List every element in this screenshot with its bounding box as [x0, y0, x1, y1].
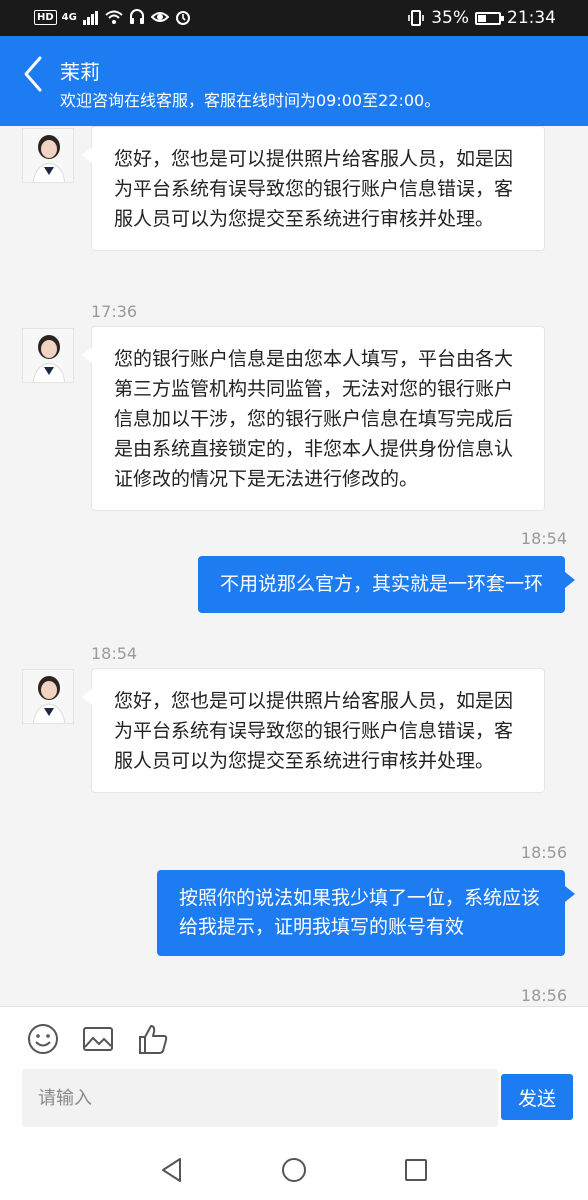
- message-timestamp: 18:54: [91, 644, 138, 663]
- message-list[interactable]: 您好，您也是可以提供照片给客服人员，如是因为平台系统有误导致您的银行账户信息错误…: [0, 126, 588, 1006]
- send-button[interactable]: 发送: [501, 1074, 573, 1120]
- battery-level: [478, 14, 486, 22]
- agent-avatar: [22, 128, 74, 183]
- message-input[interactable]: [22, 1069, 498, 1127]
- emoji-icon[interactable]: [26, 1022, 60, 1056]
- status-left-icons: HD 4G: [34, 8, 192, 26]
- vibrate-icon: [408, 10, 425, 26]
- agent-message: 您好，您也是可以提供照片给客服人员，如是因为平台系统有误导致您的银行账户信息错误…: [82, 126, 545, 251]
- agent-name: 茉莉: [60, 60, 100, 84]
- chat-header: 茉莉 欢迎咨询在线客服，客服在线时间为09:00至22:00。: [0, 36, 588, 126]
- nav-recents-icon[interactable]: [402, 1156, 430, 1184]
- eye-icon: [150, 12, 169, 22]
- battery-percent: 35%: [431, 8, 469, 28]
- user-message: 按照你的说法如果我少填了一位，系统应该给我提示，证明我填写的账号有效: [157, 870, 575, 956]
- message-timestamp: 18:54: [520, 529, 567, 548]
- message-timestamp: 17:36: [91, 302, 138, 321]
- clock: 21:34: [507, 8, 556, 28]
- battery-icon: [475, 11, 504, 25]
- hd-indicator: HD: [34, 9, 57, 25]
- user-message: 不用说那么官方，其实就是一环套一环: [197, 556, 576, 613]
- headset-icon: [129, 9, 144, 24]
- network-type: 4G: [61, 11, 77, 23]
- thumbs-up-icon[interactable]: [136, 1022, 170, 1056]
- agent-avatar: [22, 669, 74, 724]
- back-icon[interactable]: [18, 54, 48, 94]
- nav-back-icon[interactable]: [158, 1156, 186, 1184]
- agent-message: 您的银行账户信息是由您本人填写，平台由各大第三方监管机构共同监管，无法对您的银行…: [82, 326, 545, 511]
- agent-message: 您好，您也是可以提供照片给客服人员，如是因为平台系统有误导致您的银行账户信息错误…: [82, 668, 545, 793]
- message-timestamp: 18:56: [520, 986, 567, 1005]
- image-icon[interactable]: [81, 1022, 115, 1056]
- system-nav-bar: [0, 1138, 588, 1200]
- nav-home-icon[interactable]: [280, 1156, 308, 1184]
- service-hours-subtitle: 欢迎咨询在线客服，客服在线时间为09:00至22:00。: [60, 91, 441, 110]
- message-timestamp: 18:56: [520, 843, 567, 862]
- status-bar: HD 4G 35% 21:34: [0, 0, 588, 36]
- status-right-icons: 35% 21:34: [407, 8, 556, 28]
- alarm-icon: [175, 11, 190, 25]
- wifi-icon: [105, 10, 123, 24]
- signal-icon: [82, 11, 98, 25]
- agent-avatar: [22, 328, 74, 383]
- compose-area: 发送: [0, 1006, 588, 1138]
